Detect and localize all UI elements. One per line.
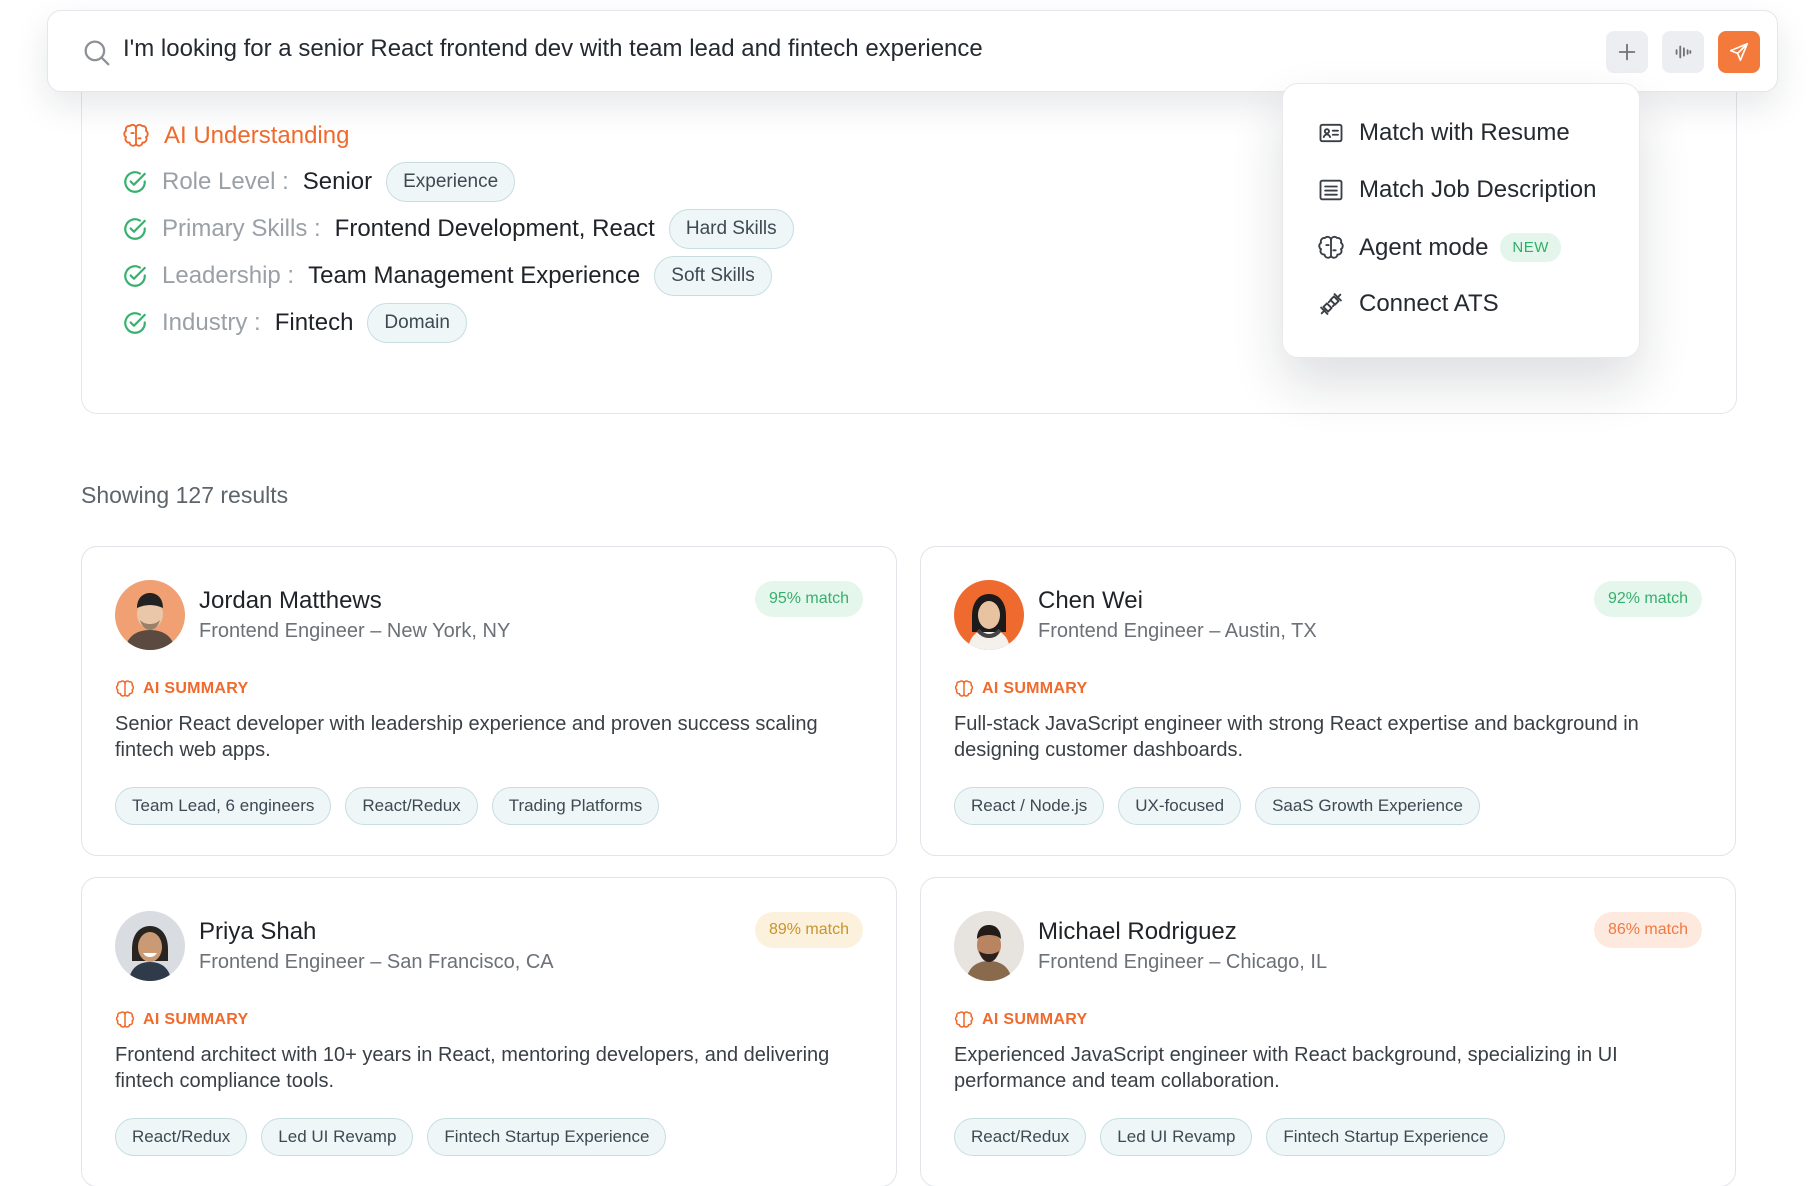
candidate-role: Frontend Engineer – New York, NY: [199, 620, 511, 642]
avatar: [115, 580, 185, 650]
document-lines-icon: [1319, 179, 1343, 201]
ai-understanding-header: AI Understanding: [122, 122, 349, 150]
ai-summary-header: AI SUMMARY: [954, 1010, 1088, 1030]
candidate-summary: Experienced JavaScript engineer with Rea…: [954, 1044, 1618, 1092]
add-button[interactable]: [1606, 31, 1648, 73]
candidate-role: Frontend Engineer – San Francisco, CA: [199, 951, 554, 973]
criterion-value: Fintech: [274, 309, 354, 336]
candidate-tag: SaaS Growth Experience: [1255, 787, 1480, 825]
brain-icon: [115, 1011, 135, 1028]
brain-icon: [123, 123, 149, 147]
candidate-tag: React / Node.js: [954, 787, 1105, 825]
menu-item-label: Connect ATS: [1359, 290, 1499, 317]
waveform-icon: [1675, 45, 1692, 59]
candidate-tag: React/Redux: [115, 1118, 248, 1156]
menu-item-match-resume[interactable]: Match with Resume: [1317, 119, 1570, 147]
avatar: [954, 911, 1024, 981]
candidate-card[interactable]: Chen Wei Frontend Engineer – Austin, TX …: [920, 546, 1736, 856]
candidate-tag: Fintech Startup Experience: [427, 1118, 667, 1156]
search-icon: [84, 40, 110, 66]
search-input[interactable]: I'm looking for a senior React frontend …: [123, 35, 983, 63]
menu-item-agent-mode[interactable]: Agent mode NEW: [1317, 233, 1561, 262]
criterion-tag: Hard Skills: [668, 209, 794, 249]
ai-summary-label: AI SUMMARY: [143, 1011, 249, 1028]
brain-icon: [954, 680, 974, 697]
ai-understanding-title: AI Understanding: [164, 122, 350, 149]
criterion-leadership: Leadership : Team Management Experience …: [122, 256, 772, 296]
plus-icon: [1618, 43, 1636, 61]
send-icon: [1729, 42, 1749, 62]
criterion-tag: Soft Skills: [654, 256, 772, 296]
add-options-menu: Match with Resume Match Job Description …: [1282, 83, 1640, 358]
new-badge: NEW: [1500, 233, 1561, 262]
candidate-name: Priya Shah: [199, 918, 317, 945]
criterion-key: Industry :: [162, 309, 261, 336]
candidate-tag: Led UI Revamp: [1100, 1118, 1253, 1156]
match-badge: 89% match: [754, 912, 863, 948]
match-badge: 95% match: [754, 581, 863, 617]
results-count: Showing 127 results: [81, 482, 289, 508]
candidate-name: Michael Rodriguez: [1038, 918, 1237, 945]
check-circle-icon: [124, 218, 146, 240]
id-card-icon: [1319, 123, 1343, 143]
criterion-value: Team Management Experience: [308, 262, 641, 289]
menu-item-connect-ats[interactable]: Connect ATS: [1317, 290, 1499, 318]
candidate-tag: Team Lead, 6 engineers: [115, 787, 332, 825]
criterion-key: Role Level :: [162, 168, 289, 195]
candidate-name: Jordan Matthews: [199, 587, 382, 614]
match-badge: 86% match: [1593, 912, 1702, 948]
criterion-tag: Experience: [386, 162, 516, 202]
candidate-tags: React / Node.js UX-focused SaaS Growth E…: [954, 787, 1480, 825]
candidate-tag: React/Redux: [954, 1118, 1087, 1156]
criterion-value: Frontend Development, React: [334, 215, 655, 242]
brain-icon: [115, 680, 135, 697]
candidate-role: Frontend Engineer – Austin, TX: [1038, 620, 1317, 642]
avatar: [115, 911, 185, 981]
ai-summary-label: AI SUMMARY: [982, 680, 1088, 697]
candidate-card[interactable]: Jordan Matthews Frontend Engineer – New …: [81, 546, 897, 856]
candidate-card[interactable]: Priya Shah Frontend Engineer – San Franc…: [81, 877, 897, 1186]
candidate-summary: Full-stack JavaScript engineer with stro…: [954, 713, 1639, 761]
criterion-tag: Domain: [367, 303, 467, 343]
criterion-value: Senior: [302, 168, 373, 195]
candidate-tag: Led UI Revamp: [261, 1118, 414, 1156]
criterion-industry: Industry : Fintech Domain: [122, 303, 467, 343]
menu-item-label: Match with Resume: [1359, 119, 1570, 146]
avatar: [954, 580, 1024, 650]
check-circle-icon: [124, 171, 146, 193]
check-circle-icon: [124, 265, 146, 287]
candidate-card[interactable]: Michael Rodriguez Frontend Engineer – Ch…: [920, 877, 1736, 1186]
candidate-tags: Team Lead, 6 engineers React/Redux Tradi…: [115, 787, 660, 825]
check-circle-icon: [124, 312, 146, 334]
candidate-tag: Trading Platforms: [491, 787, 660, 825]
send-button[interactable]: [1718, 31, 1760, 73]
menu-item-label: Match Job Description: [1359, 176, 1597, 203]
ai-summary-header: AI SUMMARY: [115, 1010, 249, 1030]
criterion-key: Primary Skills :: [162, 215, 321, 242]
candidate-tags: React/Redux Led UI Revamp Fintech Startu…: [115, 1118, 667, 1156]
candidate-name: Chen Wei: [1038, 587, 1143, 614]
criterion-role-level: Role Level : Senior Experience: [122, 162, 516, 202]
criterion-primary-skills: Primary Skills : Frontend Development, R…: [122, 209, 794, 249]
search-bar: I'm looking for a senior React frontend …: [47, 10, 1778, 92]
candidate-summary: Senior React developer with leadership e…: [115, 713, 818, 761]
ai-summary-label: AI SUMMARY: [143, 680, 249, 697]
candidate-role: Frontend Engineer – Chicago, IL: [1038, 951, 1328, 973]
criterion-key: Leadership :: [162, 262, 295, 289]
voice-button[interactable]: [1662, 31, 1704, 73]
menu-item-match-job-description[interactable]: Match Job Description: [1317, 176, 1596, 204]
menu-item-label: Agent mode: [1359, 233, 1489, 261]
ai-summary-label: AI SUMMARY: [982, 1011, 1088, 1028]
match-badge: 92% match: [1593, 581, 1702, 617]
ai-summary-header: AI SUMMARY: [115, 679, 249, 699]
candidate-tag: UX-focused: [1118, 787, 1242, 825]
candidate-tag: React/Redux: [345, 787, 478, 825]
candidate-summary: Frontend architect with 10+ years in Rea…: [115, 1044, 830, 1092]
brain-icon: [954, 1011, 974, 1028]
ai-summary-header: AI SUMMARY: [954, 679, 1088, 699]
candidate-tag: Fintech Startup Experience: [1266, 1118, 1506, 1156]
candidate-tags: React/Redux Led UI Revamp Fintech Startu…: [954, 1118, 1506, 1156]
brain-icon: [1318, 235, 1344, 259]
plug-icon: [1320, 293, 1342, 315]
